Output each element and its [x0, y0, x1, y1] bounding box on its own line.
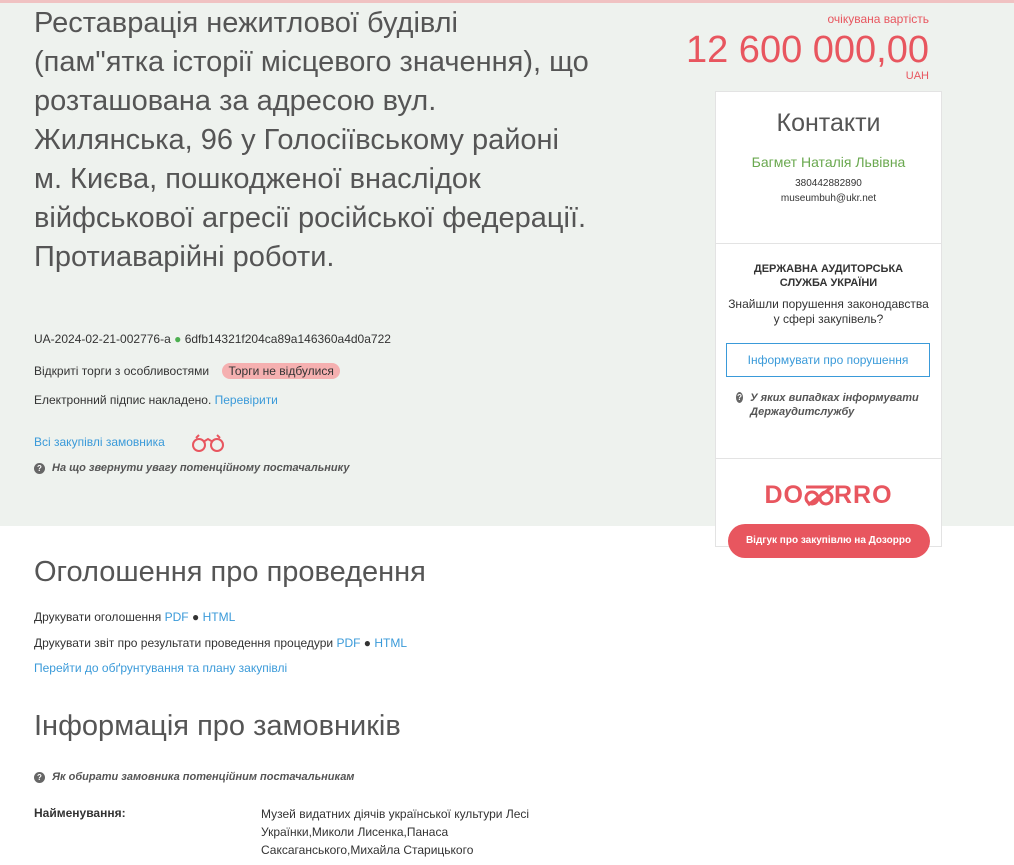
- status-badge: Торги не відбулися: [222, 363, 340, 379]
- tender-hash: 6dfb14321f204ca89a146360a4d0a722: [184, 332, 391, 346]
- customers-title: Інформація про замовників: [34, 710, 401, 742]
- customer-name-label: Найменування:: [34, 806, 126, 820]
- verify-signature-link[interactable]: Перевірити: [215, 393, 278, 407]
- print-report-pdf-link[interactable]: PDF: [336, 636, 360, 650]
- print-report-html-link[interactable]: HTML: [374, 636, 407, 650]
- expected-value-currency: UAH: [905, 70, 929, 82]
- dasu-note[interactable]: ? У яких випадках інформувати Держаудитс…: [736, 391, 929, 419]
- tender-title: Реставрація нежитлової будівлі (пам"ятка…: [34, 7, 589, 273]
- signature-row: Електронний підпис накладено. Перевірити: [34, 393, 278, 407]
- all-purchases-row: Всі закупівлі замовника: [34, 435, 165, 449]
- question-circle-icon: ?: [34, 771, 45, 783]
- print-notice-row: Друкувати оголошення PDF ● HTML: [34, 610, 235, 624]
- contact-name: Багмет Наталія Львівна: [751, 154, 906, 170]
- tender-id: UA-2024-02-21-002776-a: [34, 332, 171, 346]
- print-notice-pdf-link[interactable]: PDF: [165, 610, 189, 624]
- contact-phone: 380442882890: [795, 178, 862, 189]
- plan-link-row: Перейти до обґрунтування та плану закупі…: [34, 661, 287, 675]
- dasu-title: ДЕРЖАВНА АУДИТОРСЬКА СЛУЖБА УКРАЇНИ: [753, 263, 904, 289]
- expected-value-amount: 12 600 000,00: [685, 29, 929, 71]
- customer-name-value: Музей видатних діячів української культу…: [261, 807, 530, 857]
- print-report-label: Друкувати звіт про результати проведення…: [34, 636, 334, 650]
- report-violation-button[interactable]: Інформувати про порушення: [726, 343, 930, 377]
- expected-value-label: очікувана вартість: [827, 12, 930, 26]
- dozorro-review-button[interactable]: Відгук про закупівлю на Дозорро: [727, 524, 930, 558]
- separator-dot: ●: [363, 636, 372, 650]
- announcement-title: Оголошення про проведення: [34, 556, 426, 588]
- dozorro-logo-suffix: RRO: [833, 481, 893, 509]
- dasu-note-text: У яких випадках інформувати Держаудитслу…: [750, 392, 919, 418]
- print-notice-html-link[interactable]: HTML: [203, 610, 236, 624]
- attention-note-text: На що звернути увагу потенційному постач…: [52, 462, 350, 474]
- customer-choice-note-text: Як обирати замовника потенційним постача…: [52, 771, 355, 783]
- procedure-row: Відкриті торги з особливостями Торги не …: [34, 363, 340, 379]
- question-circle-icon: ?: [736, 392, 744, 403]
- contact-email: museumbuh@ukr.net: [780, 193, 877, 204]
- question-circle-icon: ?: [34, 462, 45, 474]
- tender-identifiers: UA-2024-02-21-002776-a ● 6dfb14321f204ca…: [34, 332, 391, 346]
- binoculars-icon: [804, 485, 834, 506]
- signature-text: Електронний підпис накладено.: [34, 393, 212, 407]
- separator-dot: ●: [191, 610, 200, 624]
- dasu-question: Знайшли порушення законодавства у сфері …: [728, 297, 929, 326]
- attention-note[interactable]: ? На що звернути увагу потенційному пост…: [34, 462, 349, 474]
- separator-dot: ●: [174, 332, 182, 346]
- procurement-plan-link[interactable]: Перейти до обґрунтування та плану закупі…: [34, 661, 287, 675]
- dozorro-logo: DO RRO: [764, 481, 892, 510]
- dozorro-logo-prefix: DO: [764, 481, 804, 509]
- customer-choice-note[interactable]: ? Як обирати замовника потенційним поста…: [34, 771, 354, 783]
- all-customer-purchases-link[interactable]: Всі закупівлі замовника: [34, 435, 165, 449]
- dozorro-section: DO RRO Відгук про закупівлю на Дозорро: [716, 459, 941, 579]
- contacts-section: Контакти Багмет Наталія Львівна 38044288…: [716, 109, 941, 244]
- binoculars-icon[interactable]: [190, 434, 226, 452]
- procedure-type: Відкриті торги з особливостями: [34, 364, 210, 378]
- contacts-card: Контакти Багмет Наталія Львівна 38044288…: [715, 91, 942, 558]
- dasu-section: ДЕРЖАВНА АУДИТОРСЬКА СЛУЖБА УКРАЇНИ Знай…: [716, 262, 941, 459]
- print-notice-label: Друкувати оголошення: [34, 610, 162, 624]
- print-report-row: Друкувати звіт про результати проведення…: [34, 636, 407, 650]
- contacts-title: Контакти: [776, 109, 881, 137]
